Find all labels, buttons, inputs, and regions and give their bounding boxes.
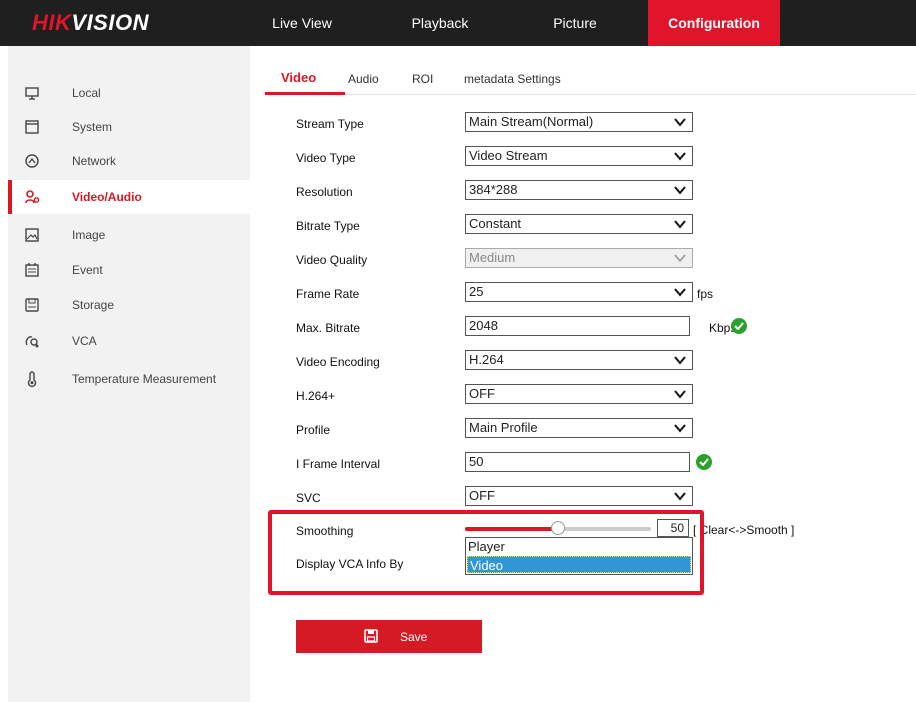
video-quality-label: Video Quality [296,253,368,267]
video-type-select[interactable]: Video Stream [465,146,693,166]
video-encoding-select[interactable]: H.264 [465,350,693,370]
brand-logo-part2: VISION [71,10,149,35]
sidebar-item-vca[interactable]: VCA [8,324,250,358]
sidebar-item-label: Local [72,86,101,100]
thermometer-icon [27,371,37,387]
i-frame-interval-input[interactable]: 50 [465,452,690,472]
video-encoding-label: Video Encoding [296,355,380,369]
chevron-down-icon [674,220,686,229]
sidebar-item-storage[interactable]: Storage [8,288,250,322]
chevron-down-icon [674,254,686,263]
sidebar-item-label: VCA [72,334,97,348]
sidebar-item-system[interactable]: System [8,110,250,144]
tab-video[interactable]: Video [281,70,316,85]
sidebar-item-label: Event [72,263,103,277]
event-icon [25,263,39,277]
profile-value: Main Profile [469,420,538,435]
stream-type-label: Stream Type [296,117,364,131]
max-bitrate-input[interactable]: 2048 [465,316,690,336]
sidebar-item-event[interactable]: Event [8,253,250,287]
video-quality-value: Medium [469,250,516,265]
sidebar-item-local[interactable]: Local [8,76,250,110]
sidebar-item-label: System [72,120,113,134]
image-icon [25,228,39,242]
svc-select[interactable]: OFF [465,486,693,506]
storage-icon [25,298,39,312]
h264plus-select[interactable]: OFF [465,384,693,404]
video-encoding-value: H.264 [469,352,504,367]
save-button-label: Save [400,630,428,644]
bitrate-type-value: Constant [469,216,522,231]
sidebar-item-label: Storage [72,298,115,312]
bitrate-type-select[interactable]: Constant [465,214,693,234]
system-icon [25,120,39,134]
nav-configuration[interactable]: Configuration [648,0,780,46]
tab-metadata-settings[interactable]: metadata Settings [464,72,561,86]
nav-live-view[interactable]: Live View [262,0,342,46]
sidebar-item-label: Video/Audio [72,190,142,204]
active-tab-underline [265,92,345,95]
nav-playback[interactable]: Playback [398,0,482,46]
monitor-icon [25,87,39,100]
chevron-down-icon [674,492,686,501]
chevron-down-icon [674,152,686,161]
top-navigation-bar: HIKVISION Live View Playback Picture Con… [0,0,916,46]
chevron-down-icon [674,186,686,195]
frame-rate-label: Frame Rate [296,287,360,301]
stream-type-select[interactable]: Main Stream(Normal) [465,112,693,132]
chevron-down-icon [674,118,686,127]
sidebar-item-video-audio[interactable]: Video/Audio [8,180,250,214]
h264plus-label: H.264+ [296,389,336,403]
resolution-label: Resolution [296,185,353,199]
chevron-down-icon [674,424,686,433]
profile-label: Profile [296,423,331,437]
check-icon [696,454,712,470]
sidebar-item-label: Temperature Measurement [72,372,217,386]
stream-type-value: Main Stream(Normal) [469,114,594,129]
resolution-value: 384*288 [469,182,518,197]
save-button[interactable]: Save [296,620,482,653]
svc-label: SVC [296,491,321,505]
brand-logo: HIKVISION [32,10,149,36]
sidebar-item-network[interactable]: Network [8,144,250,178]
resolution-select[interactable]: 384*288 [465,180,693,200]
max-bitrate-label: Max. Bitrate [296,321,361,335]
sidebar-item-label: Image [72,228,106,242]
check-icon [731,318,747,334]
save-icon [364,629,378,643]
nav-picture[interactable]: Picture [535,0,615,46]
video-audio-icon [25,190,40,204]
video-type-value: Video Stream [469,148,548,163]
frame-rate-select[interactable]: 25 [465,282,693,302]
svc-value: OFF [469,488,495,503]
i-frame-interval-label: I Frame Interval [296,457,381,471]
bitrate-type-label: Bitrate Type [296,219,360,233]
frame-rate-value: 25 [469,284,484,299]
sidebar-item-label: Network [72,154,117,168]
smoothing-hint: [ Clear<->Smooth ] [693,523,795,537]
chevron-down-icon [674,390,686,399]
tab-audio[interactable]: Audio [348,72,379,86]
highlight-annotation-box [268,510,704,595]
sidebar-item-temperature-measurement[interactable]: Temperature Measurement [8,362,250,396]
chevron-down-icon [674,356,686,365]
brand-logo-part1: HIK [32,10,72,35]
video-type-label: Video Type [296,151,356,165]
profile-select[interactable]: Main Profile [465,418,693,438]
network-icon [25,154,39,168]
frame-rate-unit: fps [697,287,714,301]
sidebar-item-image[interactable]: Image [8,218,250,252]
vca-icon [25,336,39,348]
chevron-down-icon [674,288,686,297]
h264plus-value: OFF [469,386,495,401]
tab-roi[interactable]: ROI [412,72,433,86]
tab-separator [265,94,916,95]
video-quality-select: Medium [465,248,693,268]
